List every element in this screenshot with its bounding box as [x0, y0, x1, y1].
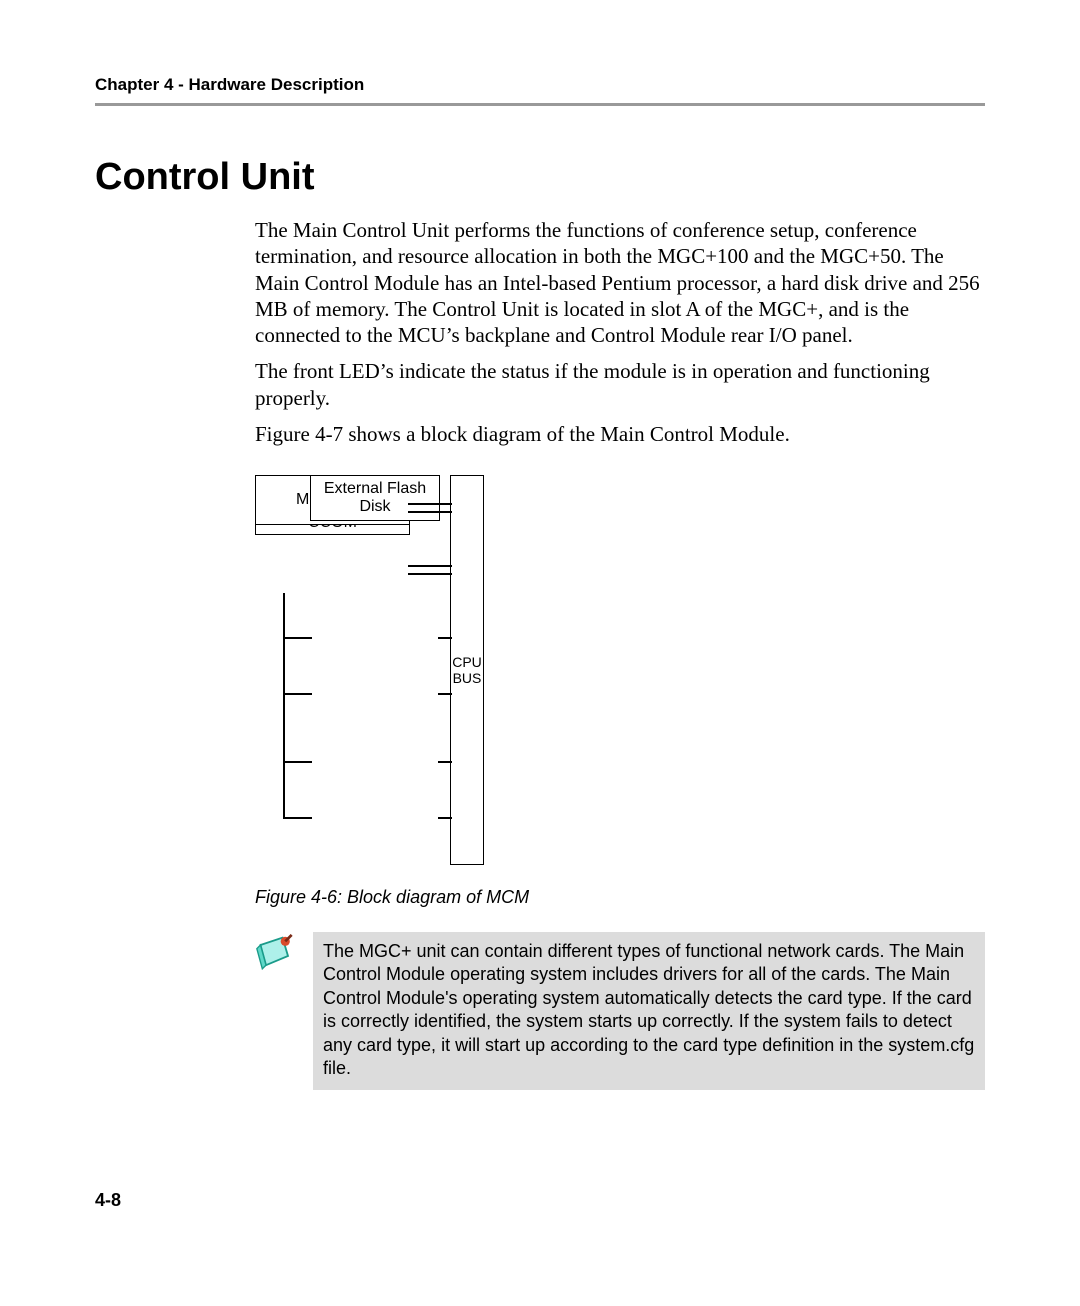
diagram-connector	[408, 511, 452, 513]
diagram-connector	[408, 573, 452, 575]
header-rule	[95, 103, 985, 106]
page-number: 4-8	[95, 1190, 985, 1211]
diagram-box-bus: CPU BUS	[450, 475, 484, 865]
diagram: Communications Controller, C8M, CCOM Mai…	[255, 475, 515, 875]
paragraph: The Main Control Unit performs the funct…	[255, 217, 985, 348]
figure-caption: Figure 4-6: Block diagram of MCM	[255, 887, 985, 908]
section-title: Control Unit	[95, 156, 985, 199]
paragraph: The front LED’s indicate the status if t…	[255, 358, 985, 411]
figure-block-diagram: Communications Controller, C8M, CCOM Mai…	[255, 475, 985, 908]
diagram-connector	[283, 761, 312, 763]
note-text: The MGC+ unit can contain different type…	[313, 932, 985, 1090]
diagram-connector	[283, 693, 312, 695]
diagram-connector	[438, 693, 452, 695]
diagram-connector	[283, 637, 312, 639]
pushpin-icon	[255, 932, 299, 983]
diagram-connector	[438, 817, 452, 819]
note-callout: The MGC+ unit can contain different type…	[255, 932, 985, 1090]
diagram-connector	[283, 817, 312, 819]
diagram-connector	[408, 503, 452, 505]
diagram-box-flash: External Flash Disk	[310, 475, 440, 521]
body-text: The Main Control Unit performs the funct…	[255, 217, 985, 447]
diagram-connector	[438, 761, 452, 763]
diagram-connector	[438, 637, 452, 639]
diagram-connector	[283, 593, 285, 817]
paragraph: Figure 4-7 shows a block diagram of the …	[255, 421, 985, 447]
chapter-header: Chapter 4 - Hardware Description	[95, 75, 985, 95]
diagram-connector	[408, 565, 452, 567]
